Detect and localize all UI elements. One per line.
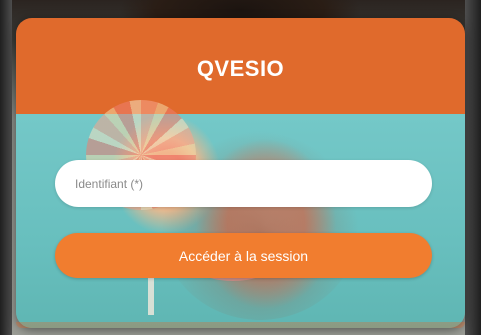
card-header: QVESIO (16, 18, 465, 114)
app-title: QVESIO (196, 56, 285, 81)
identifier-input[interactable] (55, 160, 432, 207)
face-image (160, 130, 360, 320)
background-edge-left (0, 0, 12, 335)
access-session-button[interactable]: Accéder à la session (55, 233, 432, 278)
card-bottom-rim (16, 322, 465, 328)
background-edge-right (465, 0, 481, 335)
